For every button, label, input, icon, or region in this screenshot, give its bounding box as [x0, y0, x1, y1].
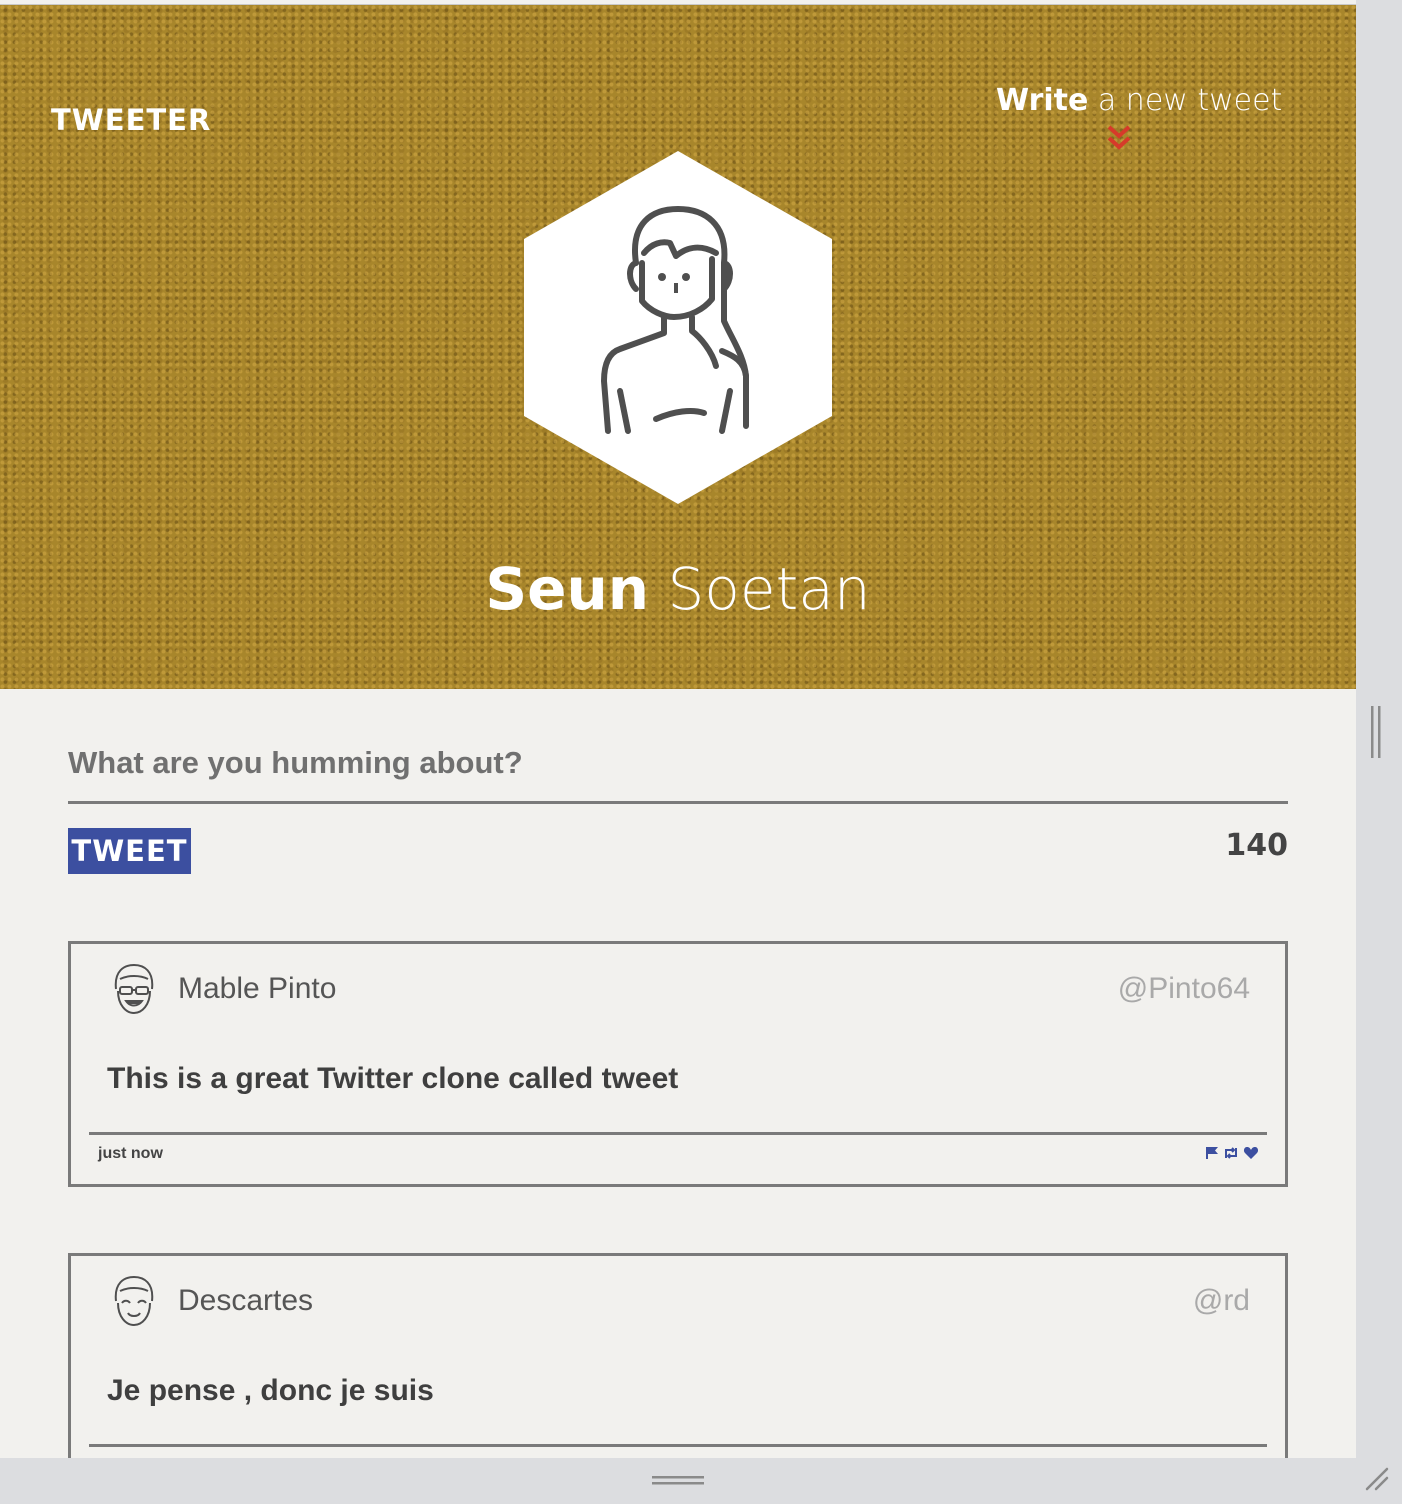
- tweet-card: Mable Pinto @Pinto64 This is a great Twi…: [68, 941, 1288, 1187]
- heart-icon[interactable]: [1243, 1146, 1259, 1160]
- retweet-icon[interactable]: [1223, 1146, 1239, 1160]
- resize-grip-icon[interactable]: [652, 1474, 704, 1486]
- tweet-content: This is a great Twitter clone called twe…: [107, 1062, 679, 1095]
- tweet-author-handle[interactable]: @rd: [1193, 1284, 1250, 1318]
- profile-name: Seun Soetan: [0, 555, 1356, 623]
- tweet-content: Je pense , donc je suis: [107, 1374, 434, 1407]
- write-new-tweet-label: Write a new tweet: [996, 83, 1282, 118]
- character-counter: 140: [1225, 828, 1288, 863]
- write-new-tweet-toggle[interactable]: Write a new tweet: [996, 83, 1282, 152]
- tweet-divider: [89, 1444, 1267, 1447]
- user-avatar-icon: [114, 963, 154, 1015]
- tweet-card: Descartes @rd Je pense , donc je suis: [68, 1253, 1288, 1458]
- profile-avatar: [524, 151, 832, 504]
- flag-icon[interactable]: [1205, 1146, 1219, 1160]
- profile-last-name: Soetan: [649, 555, 871, 623]
- page: TWEETER Write a new tweet Seun Soetan Wh…: [0, 0, 1356, 1458]
- write-rest-text: a new tweet: [1088, 83, 1283, 118]
- tweet-timestamp: just now: [98, 1145, 163, 1162]
- horizontal-resize-bar[interactable]: [0, 1458, 1402, 1504]
- profile-header: TWEETER Write a new tweet Seun Soetan: [0, 4, 1356, 689]
- chevron-double-down-icon: [1107, 125, 1131, 150]
- tweet-button[interactable]: TWEET: [68, 828, 191, 874]
- tweet-composer: TWEET 140: [68, 724, 1288, 874]
- tweet-author-name[interactable]: Mable Pinto: [178, 972, 336, 1006]
- tweet-input[interactable]: [68, 724, 1288, 804]
- write-bold-text: Write: [996, 83, 1089, 118]
- resize-handle-icon[interactable]: [1364, 1466, 1390, 1492]
- app-logo[interactable]: TWEETER: [51, 103, 211, 137]
- profile-first-name: Seun: [485, 555, 650, 623]
- user-avatar-icon: [114, 1275, 154, 1327]
- tweet-author-handle[interactable]: @Pinto64: [1118, 972, 1250, 1006]
- tweet-divider: [89, 1132, 1267, 1135]
- tweet-actions: [1205, 1146, 1259, 1160]
- scroll-grip-icon[interactable]: [1370, 706, 1382, 758]
- vertical-scrollbar[interactable]: [1356, 0, 1396, 1458]
- tweet-author-name[interactable]: Descartes: [178, 1284, 313, 1318]
